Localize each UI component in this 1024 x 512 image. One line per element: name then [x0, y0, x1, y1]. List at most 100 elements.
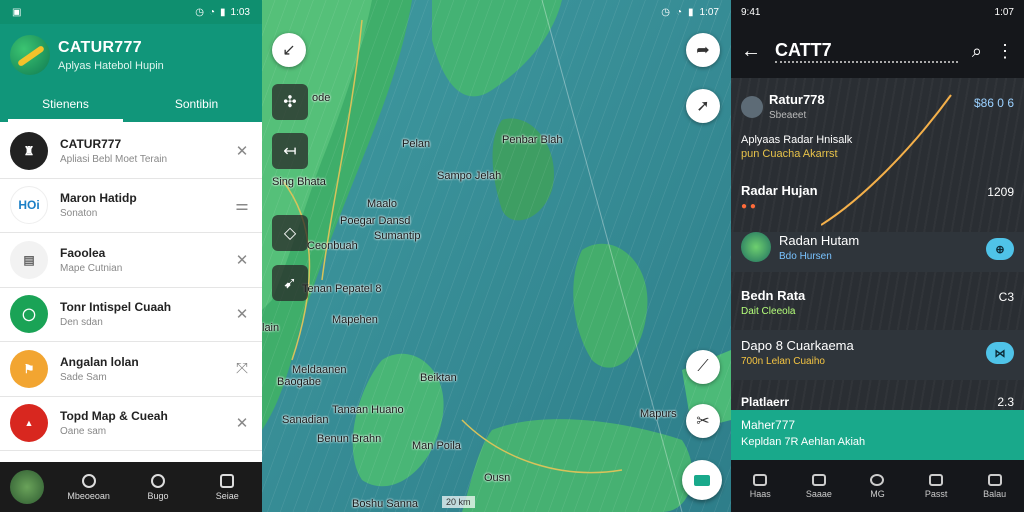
- app-description: Aplyaas Radar Hnisalk pun Cuacha Akarrst: [731, 134, 1024, 160]
- list-item[interactable]: ◯ Tonr Intispel Cuaah Den sdan ✕: [0, 288, 262, 342]
- toggle-button[interactable]: ⊕: [986, 238, 1014, 260]
- navigate-button[interactable]: ➚: [686, 89, 720, 123]
- return-button[interactable]: ↤: [272, 133, 308, 169]
- nav-item-mbeoeoan[interactable]: Mbeoeoan: [54, 473, 123, 501]
- tools-icon: ✂: [696, 413, 710, 430]
- tab-sontibin[interactable]: Sontibin: [131, 86, 262, 122]
- wifi-icon: ◔: [675, 6, 683, 18]
- list-item-desc: Mape Cutnian: [60, 262, 123, 274]
- nav-item-mg[interactable]: MG: [848, 473, 907, 499]
- status-time-left: 9:41: [741, 6, 761, 18]
- list-item-name: Topd Map & Cueah: [60, 409, 168, 424]
- row-radar-hujan[interactable]: Radar Hujan ● ● 1209: [731, 183, 1024, 212]
- list-item[interactable]: ▤ Faoolea Mape Cutnian ✕: [0, 233, 262, 288]
- page-title: CATT7: [775, 40, 958, 63]
- chat-fab-button[interactable]: [682, 460, 722, 500]
- hoi-logo-icon: HOi: [10, 186, 48, 225]
- map-label: Sing Bhata: [272, 176, 326, 188]
- nav-label: Seiae: [215, 490, 239, 501]
- nav-item-saaae[interactable]: Saaae: [790, 473, 849, 499]
- row-value: 2.3: [997, 395, 1014, 409]
- radar-globe-icon: [741, 232, 771, 262]
- list-item[interactable]: ⚑ Angalan lolan Sade Sam ⤧: [0, 342, 262, 397]
- map-label: Penbar Blah: [502, 134, 563, 146]
- row-radan-hutam[interactable]: Radan Hutam Bdo Hursen ⊕: [731, 232, 1024, 272]
- right-app-panel: 9:41 1:07 ← CATT7 ⌕ ⋮ Ratur778 Sbeaeet $…: [731, 0, 1024, 512]
- list-item[interactable]: ▲ Topd Map & Cueah Oane sam ✕: [0, 397, 262, 451]
- map-label: ode: [312, 92, 331, 104]
- expand-icon[interactable]: ⤧: [232, 360, 252, 377]
- more-icon[interactable]: ⋮: [996, 41, 1014, 62]
- list-item-name: Faoolea: [60, 245, 106, 260]
- map-label: Ousn: [484, 472, 511, 484]
- map-label: Poegar Dansd: [340, 215, 411, 227]
- map-label: Boshu Sanna: [352, 498, 419, 510]
- map-label: Maalo: [367, 198, 397, 210]
- close-icon[interactable]: ✕: [232, 142, 252, 160]
- row-bedn-rata[interactable]: Bedn Rata Dait Cleeola C3: [731, 288, 1024, 317]
- map-label: Mapurs: [640, 408, 677, 420]
- list-item-desc: Sade Sam: [60, 371, 107, 383]
- toggle-button[interactable]: ⋈: [986, 342, 1014, 364]
- row-platlaerr[interactable]: Platlaerr 2.3: [731, 395, 1024, 409]
- measure-button[interactable]: ⟋: [686, 350, 720, 384]
- share-button[interactable]: ➦: [686, 33, 720, 67]
- home-icon: [753, 473, 768, 486]
- close-icon[interactable]: ✕: [232, 414, 252, 432]
- close-icon[interactable]: ✕: [232, 305, 252, 323]
- app-header: CATUR777 Aplyas Hatebol Hupin: [0, 24, 262, 86]
- back-button[interactable]: ↙: [272, 33, 306, 67]
- nav-label: Passt: [924, 488, 948, 499]
- nav-item-haas[interactable]: Haas: [731, 473, 790, 499]
- locate-button[interactable]: ➹: [272, 265, 308, 301]
- card-ratur[interactable]: Ratur778 Sbeaeet $86 0 6: [731, 92, 1024, 121]
- shape-button[interactable]: ◇: [272, 215, 308, 251]
- promo-banner[interactable]: Maher777 Kepldan 7R Aehlan Akiah: [731, 410, 1024, 460]
- search-icon[interactable]: ⌕: [972, 41, 982, 62]
- layers-button[interactable]: ✣: [272, 84, 308, 120]
- row-dapo[interactable]: Dapo 8 Cuarkaema 700n Lelan Cuaiho ⋈: [731, 330, 1024, 380]
- sliders-icon[interactable]: ⚌: [232, 196, 252, 214]
- map-label: Ceonbuah: [307, 240, 358, 252]
- row-sub: Bdo Hursen: [779, 250, 832, 262]
- list-item-name: Maron Hatidp: [60, 191, 137, 206]
- list-item[interactable]: ♜ CATUR777 Apliasi Bebl Moet Terain ✕: [0, 124, 262, 179]
- radar-cap-icon: ▲: [10, 404, 48, 443]
- nav-label: Bugo: [147, 490, 169, 501]
- home-icon: [81, 473, 96, 488]
- refresh-icon: [150, 473, 165, 488]
- bottom-nav: Haas Saaae MG Passt Balau: [731, 460, 1024, 512]
- nav-item-bugo[interactable]: Bugo: [123, 473, 192, 501]
- app-list: ♜ CATUR777 Apliasi Bebl Moet Terain ✕ HO…: [0, 124, 262, 451]
- map-label: Pelan: [402, 138, 431, 150]
- app-subtitle: Aplyas Hatebol Hupin: [58, 59, 164, 72]
- tab-bar: Stienens Sontibin: [0, 86, 262, 122]
- avatar[interactable]: [10, 470, 44, 504]
- nav-item-seiae[interactable]: Seiae: [193, 473, 262, 501]
- list-item[interactable]: HOi Maron Hatidp Sonaton ⚌: [0, 179, 262, 233]
- map-status-bar: ◷ ◔ ▮ 1:07: [262, 0, 731, 24]
- card-title: Ratur778: [769, 92, 825, 107]
- banner-sub: Kepldan 7R Aehlan Akiah: [741, 436, 866, 448]
- bottom-nav: Mbeoeoan Bugo Seiae: [0, 462, 262, 512]
- app-bar: ← CATT7 ⌕ ⋮: [731, 24, 1024, 78]
- tools-button[interactable]: ✂: [686, 404, 720, 438]
- tab-stienens[interactable]: Stienens: [0, 86, 131, 122]
- close-icon[interactable]: ✕: [232, 251, 252, 269]
- list-item-desc: Apliasi Bebl Moet Terain: [60, 153, 168, 165]
- stack-icon: [220, 473, 235, 488]
- share-icon: ➦: [696, 42, 710, 59]
- nav-label: Balau: [983, 488, 1007, 499]
- radar-map[interactable]: ◷ ◔ ▮ 1:07 ode Pelan Penbar Blah Sampo J…: [262, 0, 731, 512]
- card-sub: Sbeaeet: [769, 110, 807, 121]
- left-app-panel: ▣ ◷ ◔ ▮ 1:03 CATUR777 Aplyas Hatebol Hup…: [0, 0, 262, 512]
- nav-item-passt[interactable]: Passt: [907, 473, 966, 499]
- bag-icon: [987, 473, 1002, 486]
- map-label: Meldaanen: [292, 364, 347, 376]
- back-arrow-icon[interactable]: ←: [741, 40, 761, 63]
- nav-item-balau[interactable]: Balau: [965, 473, 1024, 499]
- row-title: Dapo 8 Cuarkaema: [741, 338, 854, 353]
- row-value: 1209: [987, 185, 1014, 199]
- map-label: Tanaan Huano: [332, 404, 404, 416]
- row-sub: 700n Lelan Cuaiho: [741, 356, 825, 367]
